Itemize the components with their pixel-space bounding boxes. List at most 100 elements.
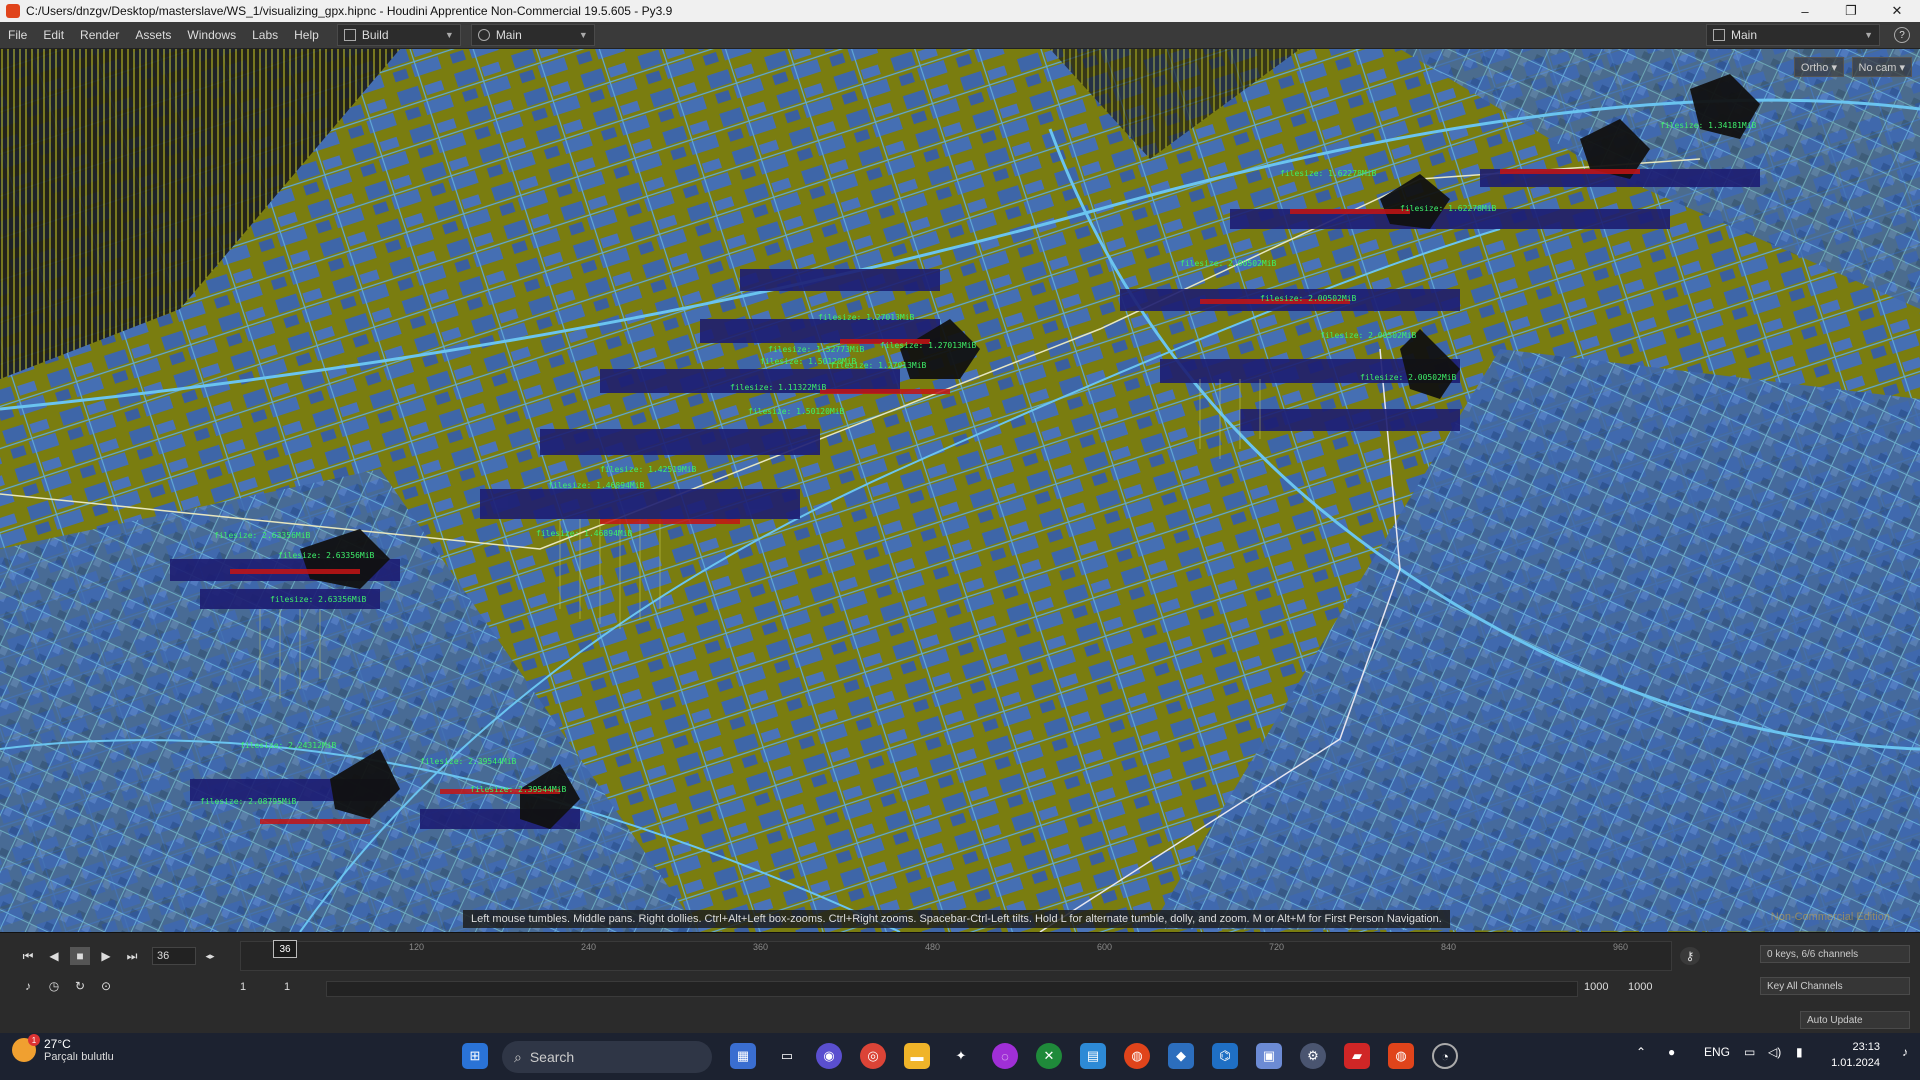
realtime-icon[interactable]: ◷ <box>44 977 64 995</box>
minimize-button[interactable]: – <box>1782 0 1828 22</box>
language-indicator[interactable]: ENG <box>1704 1045 1730 1059</box>
key-all-channels-button[interactable]: Key All Channels <box>1760 977 1910 995</box>
filesize-label: filesize: 2.00502MiB <box>1360 373 1457 382</box>
filesize-label: filesize: 1.62278MiB <box>1280 169 1377 178</box>
key-icon[interactable]: ⚷ <box>1680 947 1700 965</box>
volume-icon[interactable]: ◁) <box>1768 1045 1781 1059</box>
network-icon[interactable]: ▭ <box>1744 1045 1755 1059</box>
range-slider[interactable] <box>326 981 1578 997</box>
microphone-icon[interactable]: ● <box>1668 1045 1675 1059</box>
filesize-label: filesize: 2.08795MiB <box>200 797 297 806</box>
desktop-icon <box>343 29 356 41</box>
houdini-active-icon[interactable]: ◍ <box>1388 1043 1414 1069</box>
camera-select-button[interactable]: No cam ▾ <box>1851 57 1912 77</box>
filesize-label: filesize: 1.52773MiB <box>768 345 865 354</box>
menu-windows[interactable]: Windows <box>179 28 244 42</box>
filesize-label: filesize: 2.39544MiB <box>420 757 517 766</box>
menu-assets[interactable]: Assets <box>127 28 179 42</box>
instagram-icon[interactable]: ◌ <box>992 1043 1018 1069</box>
filesize-label: filesize: 2.63356MiB <box>278 551 375 560</box>
notepad-icon[interactable]: ▤ <box>1080 1043 1106 1069</box>
battery-icon[interactable]: ▮ <box>1796 1045 1803 1059</box>
filesize-label: filesize: 2.24312MiB <box>240 741 337 750</box>
jump-to-end-button[interactable]: ⏭ <box>122 947 142 965</box>
unity-icon[interactable]: ✦ <box>948 1043 974 1069</box>
jump-to-start-button[interactable]: ⏮ <box>18 947 38 965</box>
filesize-label: filesize: 1.27013MiB <box>880 341 977 350</box>
step-frame-icon[interactable]: ◂▸ <box>200 947 220 965</box>
settings-icon[interactable]: ⚙ <box>1300 1043 1326 1069</box>
vscode-icon[interactable]: ⌬ <box>1212 1043 1238 1069</box>
help-icon[interactable]: ? <box>1894 27 1910 43</box>
desktop-build-select[interactable]: Build ▼ <box>336 24 461 46</box>
filesize-label: filesize: 2.00502MiB <box>1180 259 1277 268</box>
weather-badge: 1 <box>28 1034 40 1046</box>
filesize-label: filesize: 2.00502MiB <box>1320 331 1417 340</box>
audio-icon[interactable]: ♪ <box>18 977 38 995</box>
filesize-label: filesize: 1.46894MiB <box>536 529 633 538</box>
menu-edit[interactable]: Edit <box>35 28 72 42</box>
recorder-icon[interactable]: ◔ <box>1432 1043 1458 1069</box>
taskbar-search[interactable]: ⌕ Search <box>502 1041 712 1073</box>
git-icon[interactable]: ◆ <box>1168 1043 1194 1069</box>
menu-file[interactable]: File <box>0 28 35 42</box>
clock-time: 23:13 <box>1852 1041 1880 1053</box>
range-start2-field[interactable]: 1 <box>284 979 324 995</box>
viewport-navigation-hint: Left mouse tumbles. Middle pans. Right d… <box>463 910 1450 928</box>
auto-update-button[interactable]: Auto Update <box>1800 1011 1910 1029</box>
houdini-icon[interactable]: ◍ <box>1124 1043 1150 1069</box>
range-end2-field[interactable]: 1000 <box>1628 979 1668 995</box>
close-button[interactable]: ✕ <box>1874 0 1920 22</box>
scene-viewport[interactable]: Ortho ▾ No cam ▾ filesize: 1.27013MiB fi… <box>0 49 1920 932</box>
chevron-down-icon: ▼ <box>578 30 588 40</box>
ortho-view-button[interactable]: Ortho ▾ <box>1793 57 1844 77</box>
timeline-ruler[interactable]: 36 120 240 360 480 600 720 840 960 <box>240 940 1672 971</box>
current-frame-field[interactable]: 36 <box>152 947 196 965</box>
play-button[interactable]: ▶ <box>96 947 116 965</box>
folder-icon[interactable]: ▬ <box>904 1043 930 1069</box>
shelf-main-select[interactable]: Main ▼ <box>470 24 595 46</box>
chrome-icon[interactable]: ◎ <box>860 1043 886 1069</box>
tick-label: 240 <box>581 942 597 952</box>
weather-description: Parçalı bulutlu <box>44 1051 114 1063</box>
chevron-down-icon: ▼ <box>1864 30 1873 40</box>
windows-start-icon[interactable]: ⊞ <box>462 1043 488 1069</box>
stop-button[interactable]: ■ <box>70 947 90 965</box>
notification-bell-icon[interactable]: ♪ <box>1902 1045 1908 1059</box>
right-desktop-label: Main <box>1731 28 1758 42</box>
taskbar-clock[interactable]: 23:13 1.01.2024 <box>1831 1039 1880 1071</box>
playbar: ⏮ ◀ ■ ▶ ⏭ 36 ◂▸ 36 120 240 360 480 600 7… <box>0 932 1920 1008</box>
clock-icon[interactable]: ⊙ <box>96 977 116 995</box>
tick-label: 840 <box>1441 942 1457 952</box>
keys-info-field[interactable]: 0 keys, 6/6 channels <box>1760 945 1910 963</box>
task-view-icon[interactable]: ▦ <box>730 1043 756 1069</box>
menu-render[interactable]: Render <box>72 28 127 42</box>
window-title: C:/Users/dnzgv/Desktop/masterslave/WS_1/… <box>26 4 673 18</box>
right-desktop-select[interactable]: Main ▼ <box>1706 24 1880 46</box>
loop-icon[interactable]: ↻ <box>70 977 90 995</box>
range-end-field[interactable]: 1000 <box>1584 979 1624 995</box>
acrobat-icon[interactable]: ▰ <box>1344 1043 1370 1069</box>
timeline-playhead[interactable]: 36 <box>273 940 297 958</box>
range-start-field[interactable]: 1 <box>240 979 280 995</box>
windows-taskbar: 1 27°C Parçalı bulutlu ⊞ ⌕ Search ▦ ▭ ◉ … <box>0 1033 1920 1080</box>
step-back-button[interactable]: ◀ <box>44 947 64 965</box>
weather-icon: 1 <box>12 1034 40 1062</box>
teams-icon[interactable]: ◉ <box>816 1043 842 1069</box>
maximize-button[interactable]: ❐ <box>1828 0 1874 22</box>
houdini-app-icon <box>6 4 20 18</box>
main-menubar: File Edit Render Assets Windows Labs Hel… <box>0 22 1920 49</box>
search-label: Search <box>529 1049 575 1065</box>
menu-labs[interactable]: Labs <box>244 28 286 42</box>
tick-label: 360 <box>753 942 769 952</box>
tick-label: 720 <box>1269 942 1285 952</box>
window-icon[interactable]: ▣ <box>1256 1043 1282 1069</box>
filesize-label: filesize: 1.62278MiB <box>1400 204 1497 213</box>
chevron-up-icon[interactable]: ⌃ <box>1636 1045 1646 1059</box>
weather-widget[interactable]: 1 27°C Parçalı bulutlu <box>12 1034 114 1063</box>
clock-date: 1.01.2024 <box>1831 1057 1880 1069</box>
desktop-build-label: Build <box>361 28 389 42</box>
file-explorer-icon[interactable]: ▭ <box>774 1043 800 1069</box>
xbox-icon[interactable]: ✕ <box>1036 1043 1062 1069</box>
menu-help[interactable]: Help <box>286 28 327 42</box>
